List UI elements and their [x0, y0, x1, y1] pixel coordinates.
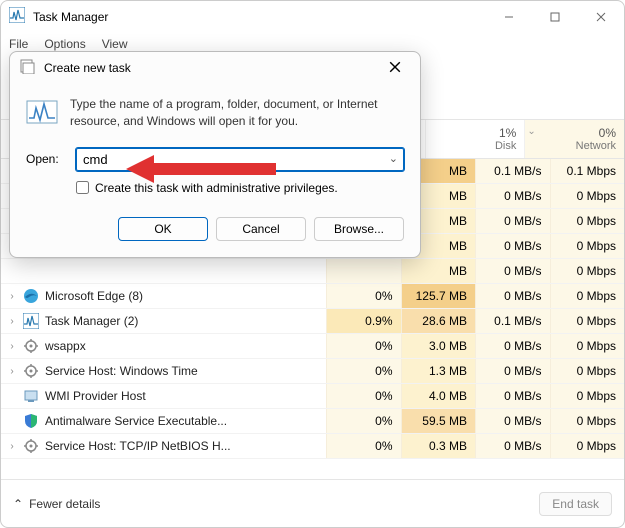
cpu-cell: 0% — [326, 434, 401, 458]
window-title: Task Manager — [33, 10, 486, 24]
table-row[interactable]: › Service Host: Windows Time 0%1.3 MB0 MB/… — [1, 359, 624, 384]
cpu-cell: 0% — [326, 284, 401, 308]
minimize-button[interactable] — [486, 1, 532, 33]
run-chart-icon — [26, 96, 58, 128]
network-cell: 0 Mbps — [550, 434, 625, 458]
menu-file[interactable]: File — [9, 37, 28, 51]
process-name: Service Host: TCP/IP NetBIOS H... — [45, 439, 231, 453]
open-label: Open: — [26, 152, 66, 166]
cpu-cell: 0% — [326, 334, 401, 358]
disk-cell: 0 MB/s — [475, 334, 550, 358]
chevron-down-icon: ⌄ — [527, 126, 535, 137]
run-file-icon — [20, 58, 36, 79]
process-name: wsappx — [45, 339, 86, 353]
disk-cell: 0 MB/s — [475, 359, 550, 383]
cancel-button[interactable]: Cancel — [216, 217, 306, 241]
process-icon — [23, 413, 39, 429]
admin-checkbox[interactable] — [76, 181, 89, 194]
create-task-dialog: Create new task Type the name of a progr… — [9, 51, 421, 258]
admin-label: Create this task with administrative pri… — [95, 181, 338, 195]
memory-cell: 125.7 MB — [401, 284, 476, 308]
disk-cell: 0 MB/s — [475, 384, 550, 408]
menu-view[interactable]: View — [102, 37, 128, 51]
memory-cell: MB — [401, 259, 476, 283]
disk-cell: 0.1 MB/s — [475, 159, 550, 183]
window-titlebar: Task Manager — [1, 1, 624, 33]
disk-cell: 0 MB/s — [475, 434, 550, 458]
memory-cell: 59.5 MB — [401, 409, 476, 433]
process-name: WMI Provider Host — [45, 389, 146, 403]
dialog-instruction: Type the name of a program, folder, docu… — [70, 96, 404, 130]
memory-cell: 1.3 MB — [401, 359, 476, 383]
network-cell: 0 Mbps — [550, 284, 625, 308]
header-network[interactable]: ⌄ 0% Network — [525, 120, 624, 158]
menu-options[interactable]: Options — [44, 37, 85, 51]
taskmanager-icon — [9, 7, 25, 28]
process-icon — [23, 313, 39, 329]
cpu-cell: 0% — [326, 384, 401, 408]
disk-cell: 0 MB/s — [475, 284, 550, 308]
table-row[interactable]: › Task Manager (2) 0.9%28.6 MB0.1 MB/s0 Mb… — [1, 309, 624, 334]
disk-cell: 0 MB/s — [475, 234, 550, 258]
process-icon — [23, 388, 39, 404]
memory-cell: 28.6 MB — [401, 309, 476, 333]
network-cell: 0 Mbps — [550, 384, 625, 408]
disk-cell: 0 MB/s — [475, 259, 550, 283]
maximize-button[interactable] — [532, 1, 578, 33]
process-icon — [23, 338, 39, 354]
network-cell: 0 Mbps — [550, 309, 625, 333]
cpu-cell: 0% — [326, 409, 401, 433]
network-cell: 0 Mbps — [550, 209, 625, 233]
network-cell: 0 Mbps — [550, 409, 625, 433]
table-row[interactable]: › Microsoft Edge (8) 0%125.7 MB0 MB/s0 Mbp… — [1, 284, 624, 309]
network-cell: 0 Mbps — [550, 334, 625, 358]
fewer-details-toggle[interactable]: ⌃ Fewer details — [13, 497, 100, 511]
cpu-cell: 0.9% — [326, 309, 401, 333]
memory-cell: 3.0 MB — [401, 334, 476, 358]
process-name: Task Manager (2) — [45, 314, 138, 328]
browse-button[interactable]: Browse... — [314, 217, 404, 241]
process-name: Antimalware Service Executable... — [45, 414, 227, 428]
process-icon — [23, 363, 39, 379]
chevron-up-icon: ⌃ — [13, 497, 23, 511]
dialog-title: Create new task — [44, 61, 380, 75]
table-row[interactable]: MB0 MB/s0 Mbps — [1, 259, 624, 284]
close-button[interactable] — [578, 1, 624, 33]
ok-button[interactable]: OK — [118, 217, 208, 241]
table-row[interactable]: WMI Provider Host 0%4.0 MB0 MB/s0 Mbps — [1, 384, 624, 409]
process-name: Microsoft Edge (8) — [45, 289, 143, 303]
expand-caret-icon[interactable]: › — [7, 366, 17, 377]
network-cell: 0 Mbps — [550, 234, 625, 258]
dialog-close-button[interactable] — [380, 60, 410, 76]
process-icon — [23, 288, 39, 304]
process-icon — [23, 263, 39, 279]
expand-caret-icon[interactable]: › — [7, 291, 17, 302]
network-cell: 0 Mbps — [550, 259, 625, 283]
open-input[interactable] — [76, 148, 404, 171]
disk-cell: 0 MB/s — [475, 209, 550, 233]
disk-cell: 0 MB/s — [475, 184, 550, 208]
expand-caret-icon[interactable]: › — [7, 441, 17, 452]
disk-cell: 0 MB/s — [475, 409, 550, 433]
disk-cell: 0.1 MB/s — [475, 309, 550, 333]
table-row[interactable]: Antimalware Service Executable... 0%59.5 … — [1, 409, 624, 434]
header-disk[interactable]: 1% Disk — [426, 120, 526, 158]
footer-bar: ⌃ Fewer details End task — [1, 479, 624, 527]
cpu-cell — [326, 259, 401, 283]
process-name: Service Host: Windows Time — [45, 364, 198, 378]
table-row[interactable]: › Service Host: TCP/IP NetBIOS H... 0%0.3 … — [1, 434, 624, 459]
end-task-button[interactable]: End task — [539, 492, 612, 516]
expand-caret-icon[interactable]: › — [7, 316, 17, 327]
cpu-cell: 0% — [326, 359, 401, 383]
expand-caret-icon[interactable]: › — [7, 341, 17, 352]
dropdown-chevron-icon[interactable]: ⌄ — [389, 152, 398, 165]
network-cell: 0 Mbps — [550, 184, 625, 208]
process-icon — [23, 438, 39, 454]
network-cell: 0 Mbps — [550, 359, 625, 383]
table-row[interactable]: › wsappx 0%3.0 MB0 MB/s0 Mbps — [1, 334, 624, 359]
memory-cell: 4.0 MB — [401, 384, 476, 408]
memory-cell: 0.3 MB — [401, 434, 476, 458]
network-cell: 0.1 Mbps — [550, 159, 625, 183]
